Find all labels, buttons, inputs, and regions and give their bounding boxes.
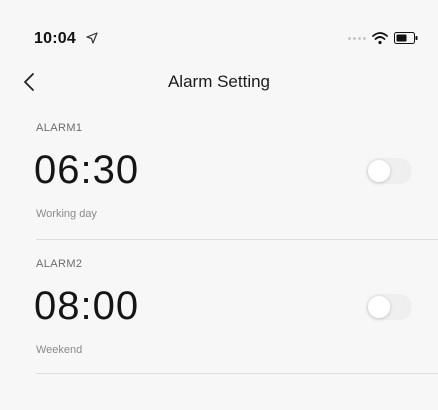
status-time: 10:04 (34, 30, 76, 47)
alarm-time: 08:00 (34, 284, 140, 328)
signal-dots-icon (348, 36, 366, 40)
alarm-setting-screen: 10:04 Alarm Setting ALARM1 06:30 Working… (0, 0, 438, 410)
page-title: Alarm Setting (167, 72, 271, 91)
alarm-repeat-label: Working day (36, 208, 97, 220)
toggle-knob (368, 160, 390, 182)
alarm-row[interactable]: ALARM2 08:00 Weekend (0, 244, 438, 374)
alarm-repeat-label: Weekend (36, 344, 83, 356)
location-arrow-icon (86, 32, 98, 44)
status-bar: 10:04 (0, 0, 438, 60)
alarm-row[interactable]: ALARM1 06:30 Working day (0, 108, 438, 240)
battery-icon (394, 32, 418, 44)
divider (36, 239, 438, 240)
alarm-time: 06:30 (34, 148, 140, 192)
wifi-icon (372, 32, 388, 45)
status-indicators (348, 28, 418, 48)
alarm-toggle[interactable] (366, 158, 412, 184)
alarm-name: ALARM1 (36, 122, 83, 134)
toggle-knob (368, 296, 390, 318)
divider (36, 373, 438, 374)
navigation-bar: Alarm Setting (0, 60, 438, 104)
alarm-toggle[interactable] (366, 294, 412, 320)
alarm-name: ALARM2 (36, 258, 83, 270)
